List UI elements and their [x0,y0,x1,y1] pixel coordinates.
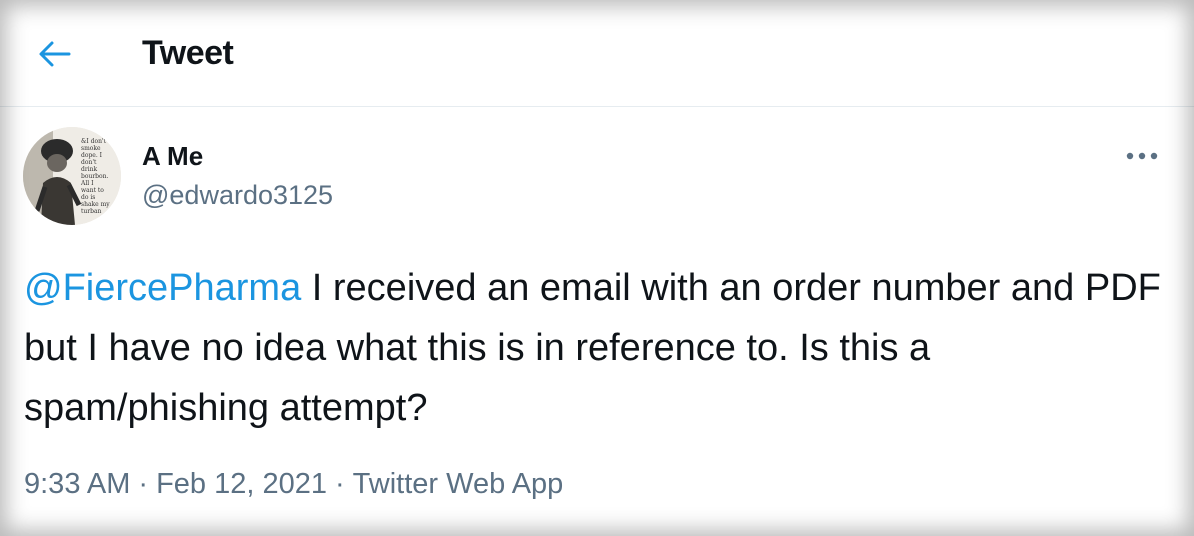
tweet-text: @FiercePharma I received an email with a… [24,258,1164,438]
svg-text:dope. I: dope. I [81,152,103,159]
author-handle[interactable]: @edwardo3125 [142,180,333,211]
tweet-source[interactable]: Twitter Web App [353,468,564,500]
page-title: Tweet [142,34,234,72]
svg-text:smoke: smoke [81,145,101,152]
svg-text:turban: turban [81,208,102,215]
tweet-header: Tweet [0,0,1194,107]
svg-text:&I don't: &I don't [81,138,107,145]
tweet-time[interactable]: 9:33 AM [24,468,130,500]
svg-text:All I: All I [80,180,94,187]
tweet-meta: 9:33 AM · Feb 12, 2021 · Twitter Web App [24,468,563,501]
arrow-left-icon[interactable] [36,38,72,70]
avatar-image: &I don't smoke dope. I don't drink bourb… [23,127,121,225]
avatar[interactable]: &I don't smoke dope. I don't drink bourb… [23,127,121,225]
meta-separator: · [335,468,345,500]
meta-separator: · [138,468,149,500]
svg-text:bourbon.: bourbon. [81,173,109,180]
author-display-name[interactable]: A Me [142,141,203,172]
mention-link[interactable]: @FiercePharma [24,267,301,309]
svg-text:shake my: shake my [81,201,110,208]
svg-text:do is: do is [81,194,95,201]
tweet-date[interactable]: Feb 12, 2021 [156,468,327,500]
more-horizontal-icon[interactable] [1122,146,1162,166]
svg-text:want to: want to [81,187,104,194]
svg-text:drink: drink [81,166,97,173]
svg-text:don't: don't [81,159,97,166]
